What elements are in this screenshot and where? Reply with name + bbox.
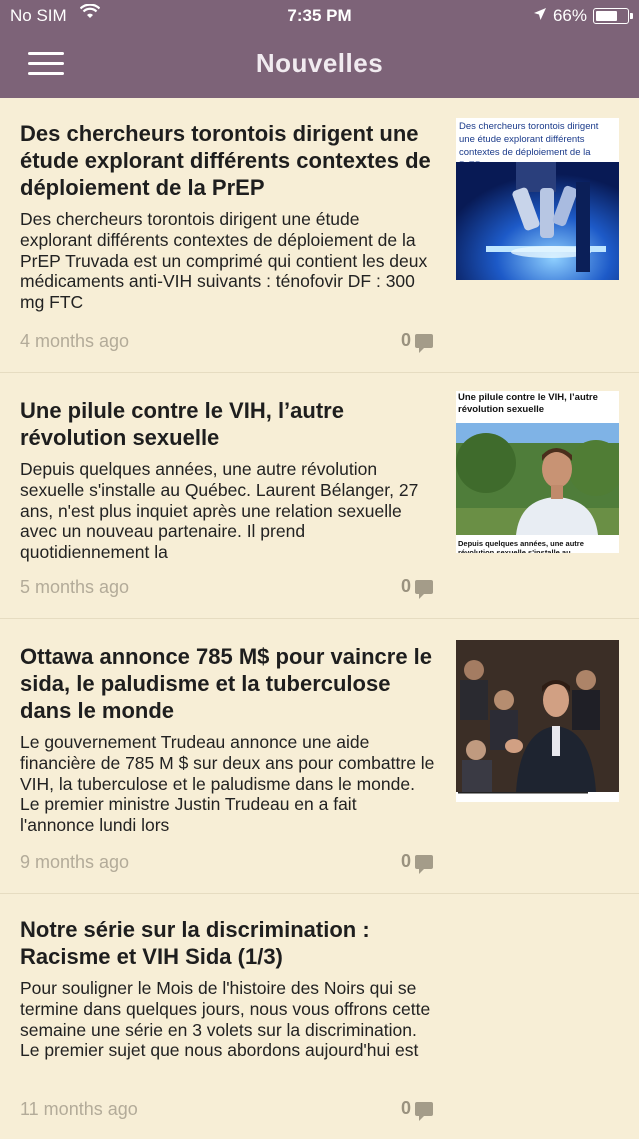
article-date: 9 months ago — [20, 852, 130, 872]
article-title[interactable]: Une pilule contre le VIH, l’autre révolu… — [20, 397, 435, 451]
page-title: Nouvelles — [255, 48, 384, 78]
comment-bubble-icon — [415, 1101, 433, 1121]
comment-count[interactable]: 0 — [400, 851, 433, 874]
article-excerpt: Le gouvernement Trudeau annonce une aide… — [20, 732, 435, 836]
comment-count-value: 0 — [400, 1098, 411, 1118]
article-excerpt: Depuis quelques années, une autre révolu… — [20, 459, 419, 563]
parliament-photo — [456, 640, 619, 802]
thumbnail-footer: Depuis quelques années, une autre révolu… — [458, 539, 584, 553]
list-item[interactable]: Une pilule contre le VIH, l’autre révolu… — [0, 373, 639, 619]
comment-count-value: 0 — [400, 851, 411, 871]
article-excerpt: Pour souligner le Mois de l'histoire des… — [20, 978, 431, 1061]
location-arrow-icon — [533, 6, 547, 26]
comment-count[interactable]: 0 — [400, 1098, 433, 1121]
microscope-image — [456, 162, 619, 280]
article-title[interactable]: Des chercheurs torontois dirigent une ét… — [20, 120, 435, 201]
battery-icon — [593, 8, 633, 24]
comment-count[interactable]: 0 — [400, 576, 433, 599]
thumbnail-caption: Une pilule contre le VIH, l’autre révolu… — [458, 392, 598, 415]
article-date: 5 months ago — [20, 577, 130, 597]
battery-percent: 66% — [552, 6, 587, 25]
comment-bubble-icon — [415, 579, 433, 599]
news-list: Des chercheurs torontois dirigent une ét… — [0, 98, 639, 1139]
article-thumbnail[interactable]: Des chercheurs torontois dirigent une ét… — [456, 118, 619, 280]
article-date: 4 months ago — [20, 331, 130, 351]
article-date: 11 months ago — [20, 1099, 138, 1119]
status-bar: No SIM 7:35 PM 66% — [0, 0, 639, 32]
article-excerpt: Des chercheurs torontois dirigent une ét… — [20, 209, 428, 313]
list-item[interactable]: Notre série sur la discrimination : Raci… — [0, 894, 639, 1139]
comment-count[interactable]: 0 — [400, 330, 433, 353]
article-thumbnail[interactable]: Une pilule contre le VIH, l’autre révolu… — [456, 391, 619, 553]
comment-bubble-icon — [415, 854, 433, 874]
article-thumbnail[interactable] — [456, 640, 619, 802]
list-item[interactable]: Ottawa annonce 785 M$ pour vaincre le si… — [0, 619, 639, 894]
portrait-photo — [456, 423, 619, 535]
app-header: No SIM 7:35 PM 66% Nouvelles — [0, 0, 639, 98]
comment-count-value: 0 — [400, 576, 411, 596]
article-title[interactable]: Notre série sur la discrimination : Raci… — [20, 916, 435, 970]
comment-count-value: 0 — [400, 330, 411, 350]
article-title[interactable]: Ottawa annonce 785 M$ pour vaincre le si… — [20, 643, 435, 724]
comment-bubble-icon — [415, 333, 433, 353]
list-item[interactable]: Des chercheurs torontois dirigent une ét… — [0, 98, 639, 373]
thumbnail-caption: Des chercheurs torontois dirigent une ét… — [459, 121, 599, 171]
